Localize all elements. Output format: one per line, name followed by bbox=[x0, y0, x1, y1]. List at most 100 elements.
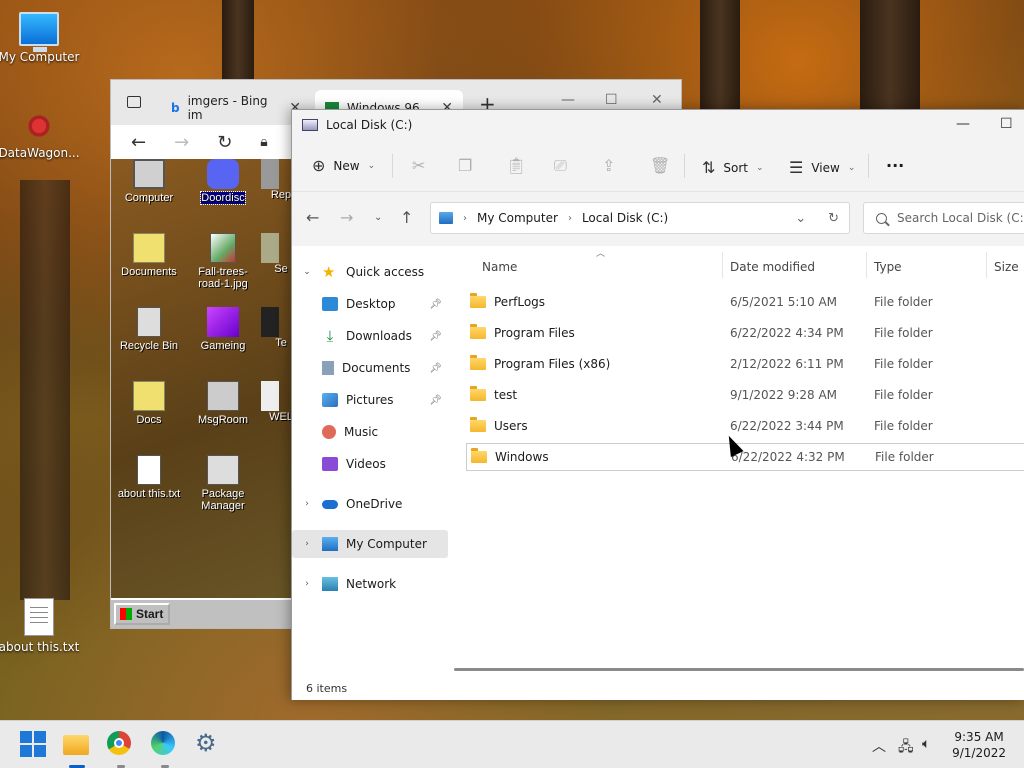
folder-icon bbox=[133, 381, 165, 411]
column-header-name[interactable]: Name bbox=[482, 250, 517, 284]
rename-icon[interactable]: ⎚ bbox=[554, 156, 567, 176]
table-row[interactable]: PerfLogs 6/5/2021 5:10 AM File folder bbox=[466, 288, 1024, 316]
tab-bing[interactable]: b imgers - Bing im ✕ bbox=[161, 90, 311, 125]
explorer-body: ⌄ ★ Quick access Desktop 📌︎ ⤓ Downloads … bbox=[292, 246, 1024, 682]
maximize-icon[interactable]: ☐ bbox=[1000, 116, 1013, 132]
chevron-right-icon[interactable]: › bbox=[292, 539, 322, 549]
sidebar-item-downloads[interactable]: ⤓ Downloads 📌︎ bbox=[292, 322, 448, 350]
chevron-right-icon[interactable]: › bbox=[292, 579, 322, 589]
taskbar-edge[interactable] bbox=[151, 731, 179, 768]
copy-icon[interactable]: ❐ bbox=[458, 156, 472, 175]
view-icon: ☰ bbox=[789, 158, 804, 177]
sidebar-item-quick-access[interactable]: ⌄ ★ Quick access bbox=[292, 258, 448, 286]
chevron-right-icon[interactable]: › bbox=[292, 499, 322, 509]
desktop-icon-my-computer[interactable]: My Computer bbox=[0, 12, 81, 64]
horizontal-scrollbar[interactable] bbox=[454, 668, 1024, 671]
new-button[interactable]: ⊕ New ⌄ bbox=[312, 156, 375, 175]
speaker-icon[interactable]: 🔈︎ bbox=[922, 736, 930, 752]
sort-button[interactable]: ⇅ Sort ⌄ bbox=[702, 158, 764, 177]
address-bar[interactable]: › My Computer › Local Disk (C:) ⌄ ↻ bbox=[430, 202, 850, 234]
view-button[interactable]: ☰ View ⌄ bbox=[789, 158, 855, 177]
column-header-size[interactable]: Size bbox=[994, 250, 1019, 284]
w96-icon-package-manager[interactable]: Package Manager bbox=[187, 455, 259, 512]
taskbar-chrome[interactable] bbox=[107, 731, 135, 768]
maximize-icon[interactable]: ☐ bbox=[605, 92, 618, 108]
delete-icon[interactable]: 🗑︎ bbox=[650, 156, 670, 175]
table-row[interactable]: Program Files (x86) 2/12/2022 6:11 PM Fi… bbox=[466, 350, 1024, 378]
share-icon[interactable]: ⇪ bbox=[602, 156, 615, 175]
table-row[interactable]: Users 6/22/2022 3:44 PM File folder bbox=[466, 412, 1024, 440]
tab-actions-icon[interactable] bbox=[127, 96, 141, 108]
chevron-down-icon: ⌄ bbox=[756, 162, 764, 173]
more-options-button[interactable]: ··· bbox=[886, 156, 904, 175]
back-icon[interactable]: ← bbox=[131, 132, 146, 153]
cut-icon[interactable]: ✂ bbox=[412, 156, 425, 175]
start-button[interactable] bbox=[20, 731, 48, 759]
recent-locations-icon[interactable]: ⌄ bbox=[374, 212, 382, 223]
lock-icon[interactable]: 🔒︎ bbox=[260, 134, 267, 150]
column-header-date[interactable]: Date modified bbox=[730, 250, 815, 284]
back-icon[interactable]: ← bbox=[306, 208, 319, 227]
column-divider[interactable] bbox=[722, 252, 723, 278]
w96-icon-documents[interactable]: Documents bbox=[113, 233, 185, 278]
forward-icon[interactable]: → bbox=[174, 132, 189, 153]
chevron-down-icon[interactable]: ⌄ bbox=[292, 267, 322, 277]
sidebar-item-music[interactable]: Music bbox=[292, 418, 448, 446]
search-input[interactable]: Search Local Disk (C:) bbox=[863, 202, 1024, 234]
paste-icon[interactable]: 📋︎ bbox=[506, 156, 526, 175]
close-icon[interactable]: ✕ bbox=[651, 92, 663, 108]
search-icon bbox=[876, 212, 887, 224]
chevron-down-icon[interactable]: ⌄ bbox=[795, 211, 806, 226]
w96-icon-computer[interactable]: Computer bbox=[113, 159, 185, 204]
computer-icon bbox=[133, 159, 165, 189]
w96-icon-about-this[interactable]: about this.txt bbox=[113, 455, 185, 500]
chevron-up-icon[interactable]: ︿ bbox=[872, 736, 886, 756]
folder-icon bbox=[470, 386, 486, 401]
msgroom-icon bbox=[207, 381, 239, 411]
w96-icon-doordisc[interactable]: Doordisc bbox=[187, 159, 259, 205]
pin-icon: 📌︎ bbox=[429, 298, 442, 310]
column-header-type[interactable]: Type bbox=[874, 250, 902, 284]
document-icon bbox=[322, 361, 334, 375]
breadcrumb-my-computer[interactable]: My Computer bbox=[477, 211, 558, 225]
table-row[interactable]: test 9/1/2022 9:28 AM File folder bbox=[466, 381, 1024, 409]
edge-icon bbox=[151, 731, 175, 755]
up-icon[interactable]: ↑ bbox=[400, 208, 413, 227]
desktop-icon-about-this[interactable]: about this.txt bbox=[0, 598, 81, 654]
terminal-icon bbox=[261, 307, 279, 337]
clock-date: 9/1/2022 bbox=[952, 746, 1006, 760]
chevron-down-icon: ⌄ bbox=[847, 162, 856, 173]
minimize-icon[interactable]: — bbox=[956, 116, 970, 132]
w96-icon-recycle-bin[interactable]: Recycle Bin bbox=[113, 307, 185, 352]
network-icon[interactable]: 🖧︎ bbox=[898, 736, 914, 760]
table-row[interactable]: Windows 6/22/2022 4:32 PM File folder bbox=[466, 443, 1024, 471]
minimize-icon[interactable]: — bbox=[561, 92, 575, 108]
sidebar-item-onedrive[interactable]: › OneDrive bbox=[292, 490, 448, 518]
desktop-icon-datawagon[interactable]: DataWagon... bbox=[0, 110, 81, 160]
column-divider[interactable] bbox=[986, 252, 987, 278]
column-divider[interactable] bbox=[866, 252, 867, 278]
sidebar-item-videos[interactable]: Videos bbox=[292, 450, 448, 478]
sidebar-item-documents[interactable]: Documents 📌︎ bbox=[292, 354, 448, 382]
sidebar-item-network[interactable]: › Network bbox=[292, 570, 448, 598]
refresh-icon[interactable]: ↻ bbox=[217, 132, 232, 153]
refresh-icon[interactable]: ↻ bbox=[828, 211, 839, 226]
taskbar-file-explorer[interactable] bbox=[63, 731, 91, 768]
clock[interactable]: 9:35 AM 9/1/2022 bbox=[952, 729, 1006, 761]
sidebar-item-my-computer[interactable]: › My Computer bbox=[292, 530, 448, 558]
w96-icon-gameing[interactable]: Gameing bbox=[187, 307, 259, 352]
forward-icon[interactable]: → bbox=[340, 208, 353, 227]
sidebar-item-pictures[interactable]: Pictures 📌︎ bbox=[292, 386, 448, 414]
desktop-icon bbox=[322, 297, 338, 311]
pin-icon: 📌︎ bbox=[429, 362, 442, 374]
w96-icon-fall-trees[interactable]: Fall-trees-road-1.jpg bbox=[187, 233, 259, 290]
w96-icon-msgroom[interactable]: MsgRoom bbox=[187, 381, 259, 426]
breadcrumb-local-disk[interactable]: Local Disk (C:) bbox=[582, 211, 668, 225]
sidebar-item-desktop[interactable]: Desktop 📌︎ bbox=[292, 290, 448, 318]
w96-icon-docs[interactable]: Docs bbox=[113, 381, 185, 426]
table-row[interactable]: Program Files 6/22/2022 4:34 PM File fol… bbox=[466, 319, 1024, 347]
w96-start-button[interactable]: Start bbox=[114, 603, 170, 625]
pin-icon: 📌︎ bbox=[429, 394, 442, 406]
file-explorer-window[interactable]: Local Disk (C:) — ☐ ⊕ New ⌄ ✂ ❐ 📋︎ ⎚ ⇪ 🗑… bbox=[291, 109, 1024, 700]
taskbar-settings[interactable]: ⚙ bbox=[195, 731, 223, 759]
